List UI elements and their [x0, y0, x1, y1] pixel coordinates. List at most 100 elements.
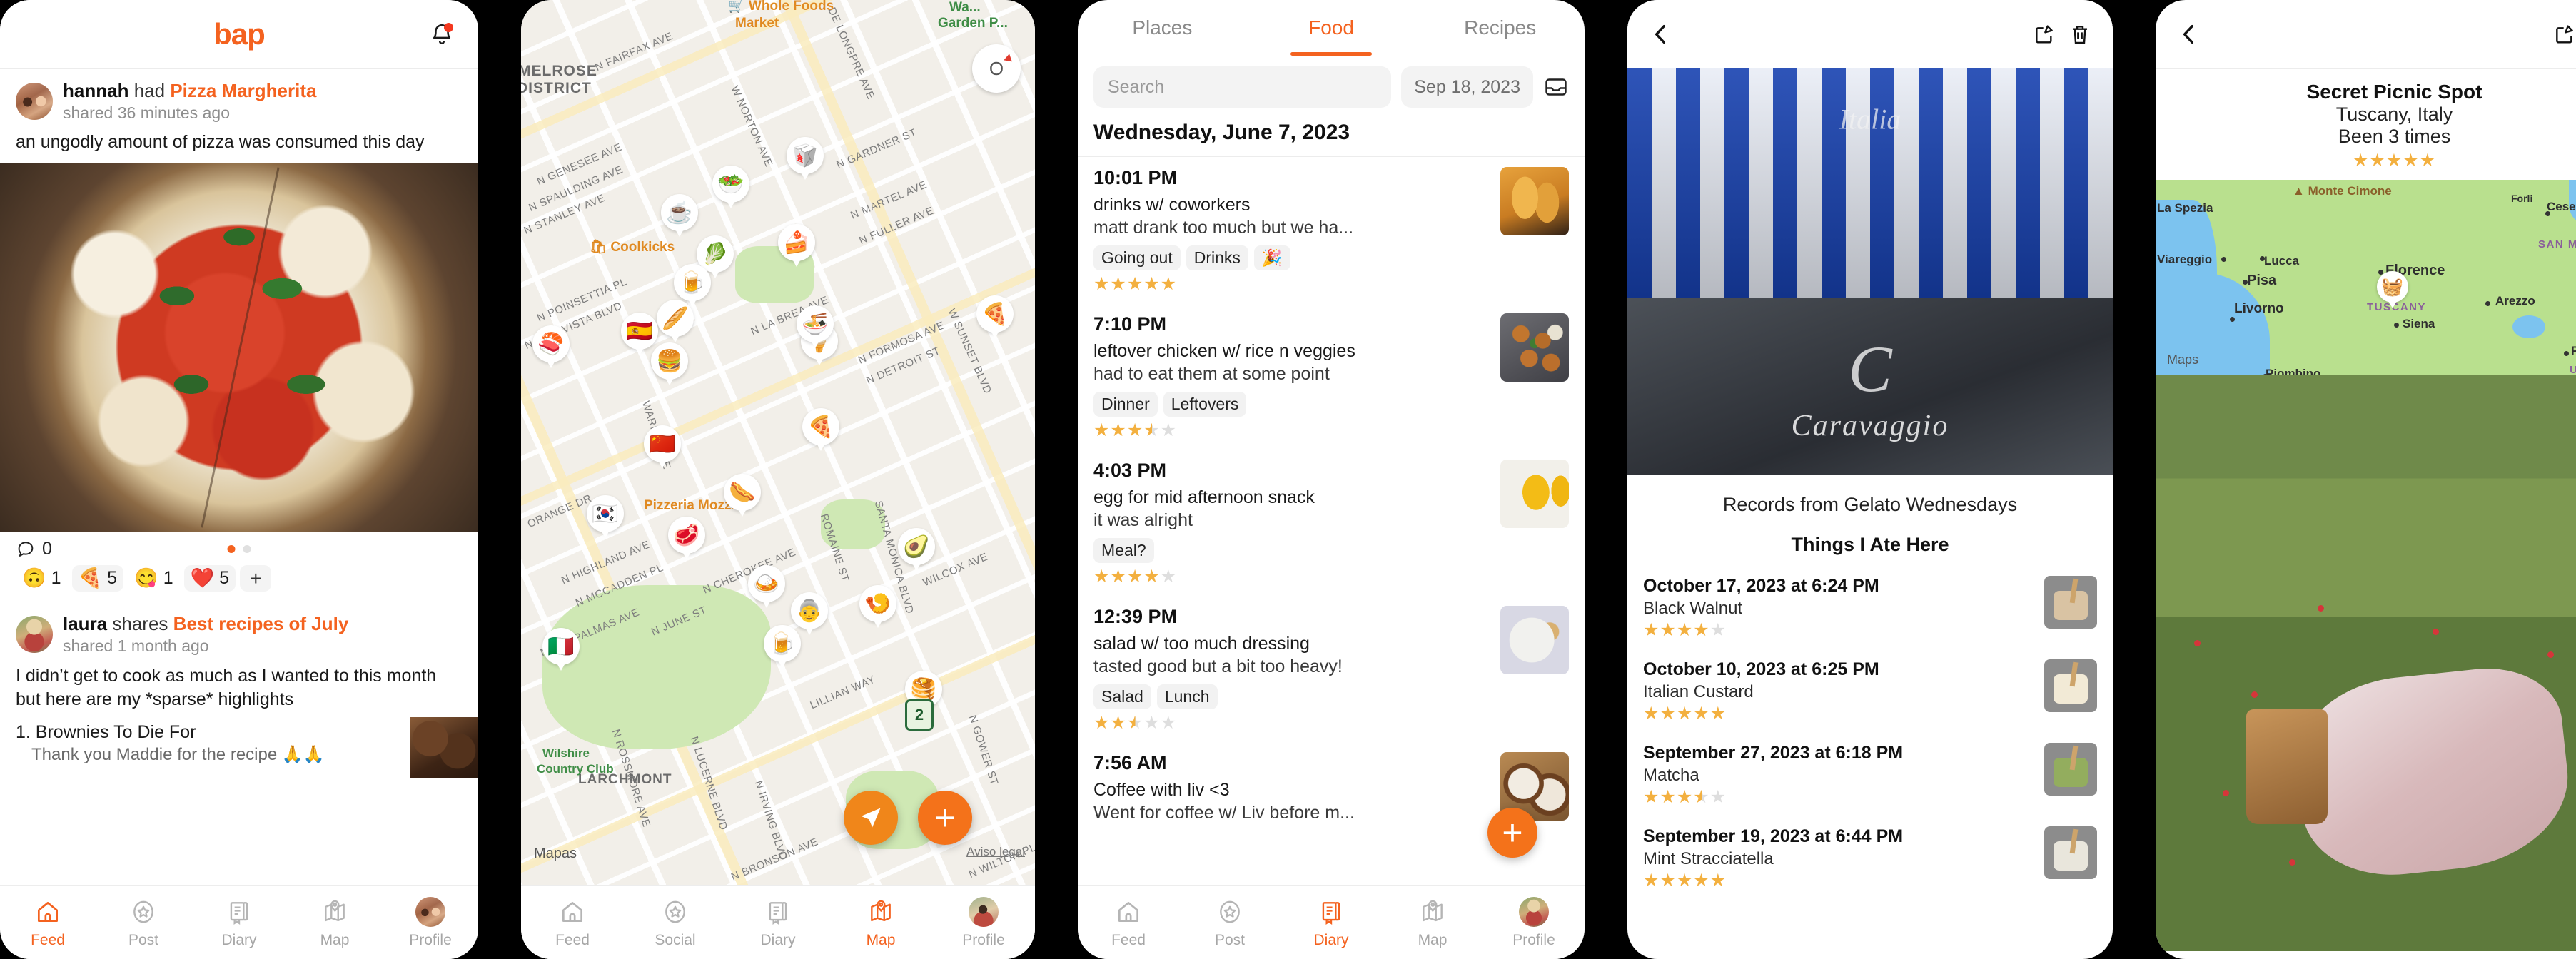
feed-post[interactable]: hannah had Pizza Margherita shared 36 mi… — [0, 69, 478, 602]
diary-entry[interactable]: 7:10 PM leftover chicken w/ rice n veggi… — [1078, 303, 1585, 450]
add-reaction-button[interactable]: + — [240, 564, 272, 592]
place-photo-awning[interactable]: Italia — [1627, 68, 2113, 298]
edit-square-icon[interactable] — [2033, 23, 2056, 46]
tab-map[interactable]: Map — [829, 895, 932, 949]
map-pin[interactable]: 🥩 — [668, 517, 705, 559]
tab-post[interactable]: Post — [1179, 895, 1281, 949]
poi-label[interactable]: Country Club — [537, 762, 614, 776]
tag[interactable]: Dinner — [1093, 392, 1158, 417]
carousel-dot[interactable] — [227, 544, 236, 553]
tab-post[interactable]: Post — [96, 895, 191, 949]
map-pin[interactable]: 🍺 — [764, 625, 801, 668]
poi-label[interactable]: 🛍 Coolkicks — [590, 238, 675, 255]
comment-button[interactable]: 0 — [16, 539, 52, 559]
tag[interactable]: Going out — [1093, 245, 1181, 270]
tab-feed[interactable]: Feed — [0, 895, 96, 949]
feed-post[interactable]: laura shares Best recipes of July shared… — [0, 602, 478, 779]
avatar[interactable] — [16, 616, 53, 654]
record-thumbnail[interactable] — [2044, 659, 2097, 712]
map-pin[interactable]: 🍔 — [651, 342, 688, 385]
tab-places[interactable]: Places — [1078, 0, 1247, 56]
chevron-left-icon[interactable] — [1649, 22, 1673, 46]
poi-label[interactable]: Wa... — [949, 0, 981, 16]
map-pin[interactable]: 🍛 — [748, 565, 785, 608]
tag[interactable]: Lunch — [1156, 684, 1218, 709]
record-row[interactable]: October 10, 2023 at 6:25 PM Italian Cust… — [1627, 649, 2113, 733]
tag[interactable]: Salad — [1093, 684, 1151, 709]
tag[interactable]: Meal? — [1093, 538, 1154, 563]
record-thumbnail[interactable] — [2044, 576, 2097, 629]
post-subject[interactable]: Best recipes of July — [173, 613, 349, 634]
add-place-button[interactable]: + — [918, 791, 972, 845]
entry-thumbnail[interactable] — [1500, 167, 1569, 235]
reaction-chip[interactable]: 😋 1 — [128, 565, 180, 592]
tab-profile[interactable]: Profile — [932, 895, 1035, 949]
map-pin[interactable]: 🇮🇹 — [542, 628, 580, 671]
map-pin[interactable]: 🍣 — [532, 325, 570, 368]
tab-diary[interactable]: Diary — [727, 895, 829, 949]
tag[interactable]: 🎉 — [1253, 245, 1290, 270]
trash-icon[interactable] — [2069, 23, 2091, 46]
tag[interactable]: Drinks — [1186, 245, 1248, 270]
avatar[interactable] — [16, 83, 53, 121]
map-pin[interactable]: 🍜 — [797, 305, 834, 348]
record-thumbnail[interactable] — [2044, 743, 2097, 796]
tab-feed[interactable]: Feed — [521, 895, 624, 949]
map-screen[interactable]: N FAIRFAX AVE MELROSE DISTRICT N GENESEE… — [521, 0, 1035, 959]
reaction-chip[interactable]: 🍕 5 — [71, 565, 124, 592]
date-filter[interactable]: Sep 18, 2023 — [1401, 66, 1533, 108]
tag[interactable]: Leftovers — [1163, 392, 1247, 417]
add-entry-button[interactable]: + — [1487, 808, 1537, 858]
tab-diary[interactable]: Diary — [1281, 895, 1382, 949]
diary-entry[interactable]: 10:01 PM drinks w/ coworkers matt drank … — [1078, 157, 1585, 303]
entry-thumbnail[interactable] — [1500, 606, 1569, 674]
tab-recipes[interactable]: Recipes — [1415, 0, 1585, 56]
map-pin[interactable]: ☕ — [661, 194, 698, 237]
map-pin[interactable]: 🍰 — [778, 224, 815, 267]
tab-map[interactable]: Map — [287, 895, 383, 949]
place-map-pin[interactable]: 🧺 — [2377, 271, 2408, 308]
record-row[interactable]: October 17, 2023 at 6:24 PM Black Walnut… — [1627, 566, 2113, 649]
place-photo-sign[interactable]: C Caravaggio — [1627, 298, 2113, 475]
tab-food[interactable]: Food — [1247, 0, 1416, 56]
location-map[interactable]: ▲ Monte Cimone La Spezia Viareggio Lucca… — [2156, 180, 2576, 375]
map-pin[interactable]: 🍤 — [859, 585, 896, 628]
reaction-chip[interactable]: ❤️ 5 — [183, 565, 236, 592]
tab-diary[interactable]: Diary — [191, 895, 287, 949]
chevron-left-icon[interactable] — [2177, 22, 2201, 46]
legal-link[interactable]: Aviso legal — [966, 845, 1025, 859]
diary-entry[interactable]: 4:03 PM egg for mid afternoon snack it w… — [1078, 450, 1585, 596]
entry-thumbnail[interactable] — [1500, 313, 1569, 382]
diary-entry[interactable]: 12:39 PM salad w/ too much dressing tast… — [1078, 596, 1585, 742]
record-row[interactable]: September 27, 2023 at 6:18 PM Matcha ★★★… — [1627, 733, 2113, 816]
compass-icon[interactable]: O — [972, 44, 1021, 93]
tab-profile[interactable]: Profile — [1483, 895, 1585, 949]
poi-label[interactable]: Garden P... — [938, 16, 1008, 31]
picnic-photo[interactable] — [2156, 375, 2576, 951]
map-pin[interactable]: 🇰🇷 — [587, 495, 624, 538]
map-pin[interactable]: 🍕 — [976, 295, 1014, 338]
locate-button[interactable] — [844, 791, 898, 845]
post-subject[interactable]: Pizza Margherita — [170, 80, 316, 101]
recipe-item[interactable]: 1. Brownies To Die For — [0, 721, 478, 744]
map-canvas[interactable]: N FAIRFAX AVE MELROSE DISTRICT N GENESEE… — [521, 0, 1035, 959]
reaction-chip[interactable]: 🙃 1 — [16, 565, 68, 592]
tab-map[interactable]: Map — [1382, 895, 1483, 949]
search-input[interactable]: Search — [1093, 66, 1392, 108]
record-thumbnail[interactable] — [2044, 826, 2097, 879]
record-row[interactable]: September 19, 2023 at 6:44 PM Mint Strac… — [1627, 816, 2113, 900]
recipe-thumbnail[interactable] — [410, 717, 478, 779]
map-pin[interactable]: 🥡 — [787, 137, 824, 180]
map-pin[interactable]: 🥑 — [898, 528, 935, 571]
map-pin[interactable]: 🥖 — [657, 300, 694, 342]
bell-icon[interactable] — [430, 22, 454, 46]
tab-profile[interactable]: Profile — [383, 895, 478, 949]
post-photo[interactable] — [0, 163, 478, 532]
poi-label[interactable]: Market — [735, 16, 779, 31]
entry-thumbnail[interactable] — [1500, 460, 1569, 528]
inbox-icon[interactable] — [1543, 74, 1569, 100]
edit-square-icon[interactable] — [2553, 23, 2576, 46]
map-pin[interactable]: 🥗 — [712, 166, 749, 208]
carousel-dot[interactable] — [243, 544, 251, 553]
tab-feed[interactable]: Feed — [1078, 895, 1179, 949]
